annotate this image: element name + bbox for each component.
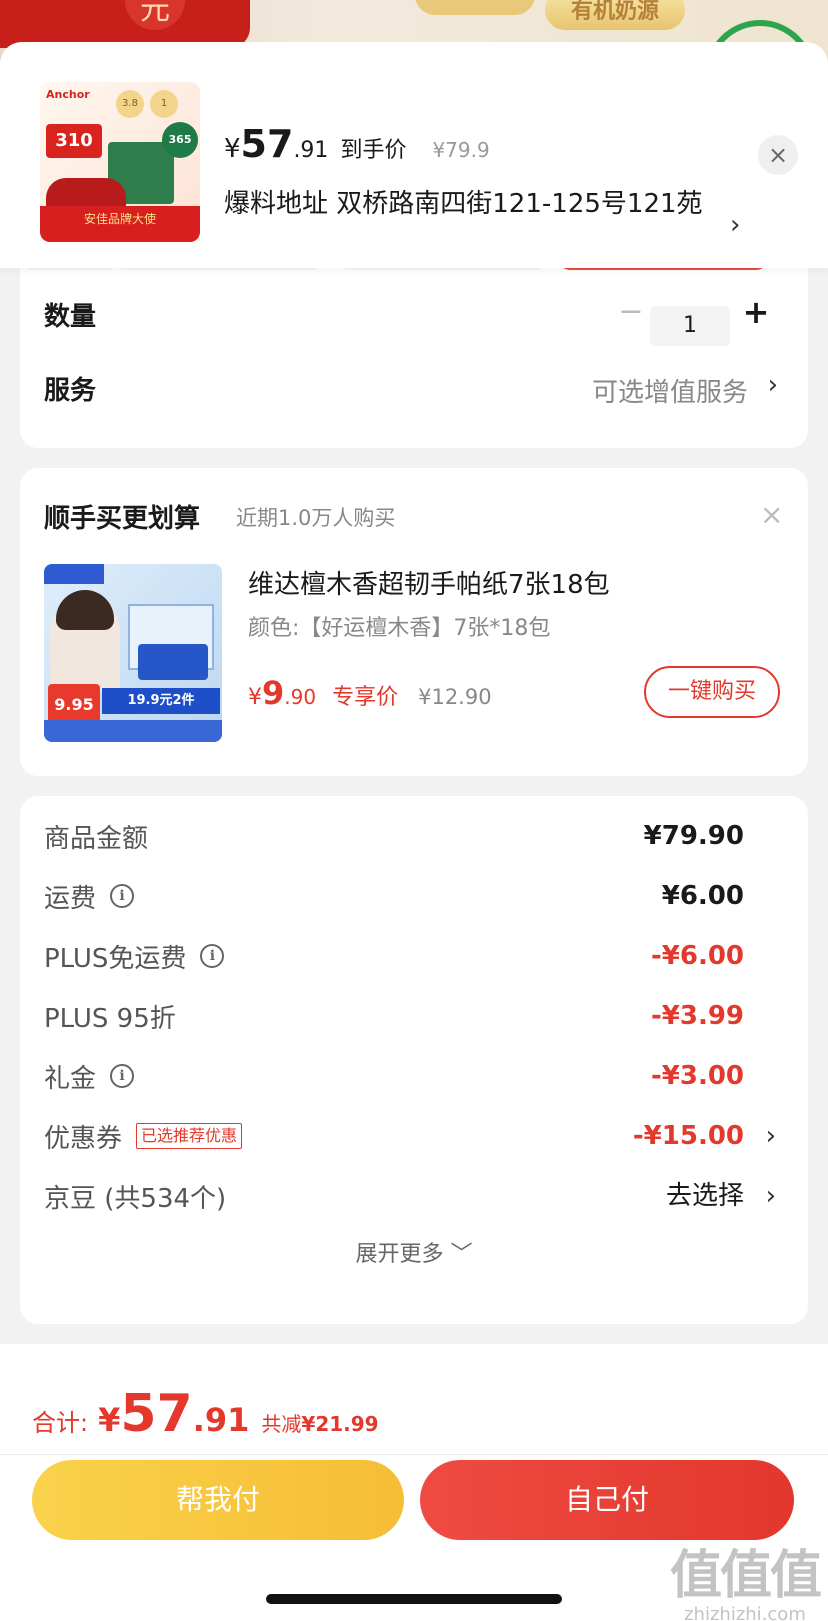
image-hair <box>56 590 114 630</box>
chevron-right-icon[interactable]: › <box>730 210 740 240</box>
upsell-product-spec: 颜色:【好运檀木香】7张*18包 <box>248 616 551 641</box>
summary-value: -¥6.00 <box>650 941 744 971</box>
price-currency: ¥ <box>224 134 241 164</box>
chevron-right-icon[interactable]: › <box>768 370 778 400</box>
service-value[interactable]: 可选增值服务 <box>592 372 748 409</box>
total-integer: 57 <box>120 1384 193 1444</box>
summary-label: 商品金额 <box>44 823 149 854</box>
summary-row-shipping: 运费 i ¥6.00 <box>20 876 808 916</box>
image-brand-tag <box>44 564 104 584</box>
self-pay-button[interactable]: 自己付 <box>420 1460 794 1540</box>
price-decimal: .91 <box>293 138 329 163</box>
price-tag: 到手价 <box>340 138 407 163</box>
summary-row-coupon[interactable]: 优惠券 已选推荐优惠 -¥15.00 › <box>20 1116 808 1156</box>
image-footer <box>44 720 222 742</box>
total-currency: ¥ <box>98 1401 121 1439</box>
watermark-url: zhizhizhi.com <box>684 1604 806 1621</box>
summary-value: -¥15.00 <box>632 1121 744 1151</box>
original-price: ¥12.90 <box>418 685 492 709</box>
price-tag: 专享价 <box>332 685 399 710</box>
divider <box>0 1454 828 1455</box>
banner-gold-pill: 有机奶源 <box>545 0 685 30</box>
thumb-badge-365: 365 <box>162 122 198 158</box>
watermark-logo: 值值值 <box>669 1546 822 1606</box>
info-icon[interactable]: i <box>200 944 225 968</box>
info-icon[interactable]: i <box>110 1064 135 1088</box>
quantity-label: 数量 <box>44 302 97 332</box>
price-currency: ¥ <box>248 685 262 710</box>
image-promo-band: 19.9元2件 <box>102 688 220 714</box>
product-price: ¥ 57 .91 到手价 ¥79.9 <box>224 122 490 170</box>
summary-row-jingdou[interactable]: 京豆 (共534个) 去选择 › <box>20 1176 808 1216</box>
upsell-subtitle: 近期1.0万人购买 <box>236 506 396 530</box>
total-decimal: .91 <box>192 1401 250 1439</box>
summary-row-plus-discount: PLUS 95折 -¥3.99 <box>20 996 808 1036</box>
summary-value: -¥3.00 <box>650 1061 744 1091</box>
thumb-badge: 1 <box>150 90 178 118</box>
watermark: 值值值 zhizhizhi.com <box>669 1546 822 1621</box>
price-decimal: .90 <box>284 685 317 709</box>
info-icon[interactable]: i <box>110 884 135 908</box>
home-indicator[interactable] <box>266 1594 562 1604</box>
one-click-buy-button[interactable]: 一键购买 <box>644 666 780 718</box>
product-header: Anchor 3.8 1 310 365 安佳品牌大使 ¥ 57 .91 到手价… <box>0 42 828 268</box>
total-label: 合计: <box>32 1409 89 1437</box>
delivery-address[interactable]: 爆料地址 双桥路南四街121-125号121苑 <box>224 182 724 226</box>
summary-value[interactable]: 去选择 <box>666 1176 744 1216</box>
summary-label: PLUS 95折 <box>44 1003 176 1034</box>
product-image: Anchor 3.8 1 310 365 安佳品牌大使 <box>40 82 200 242</box>
plus-icon[interactable]: + <box>740 296 772 329</box>
order-total: 合计: ¥ 57 .91 共减¥21.99 <box>32 1384 379 1444</box>
summary-row-gift-cash: 礼金 i -¥3.00 <box>20 1056 808 1096</box>
expand-more-button[interactable]: 展开更多 ﹀ <box>20 1236 808 1268</box>
saved-label: 共减 <box>261 1412 302 1436</box>
chevron-right-icon[interactable]: › <box>766 1116 776 1156</box>
image-pack <box>138 644 208 680</box>
summary-label: 礼金 <box>44 1063 97 1094</box>
checkout-bar: 合计: ¥ 57 .91 共减¥21.99 帮我付 自己付 值值值 zhizhi… <box>0 1344 828 1621</box>
summary-value: ¥79.90 <box>643 821 744 851</box>
upsell-product-image[interactable]: 9.95 19.9元2件 <box>44 564 222 742</box>
chevron-right-icon[interactable]: › <box>766 1176 776 1216</box>
coupon-badge: 已选推荐优惠 <box>136 1123 243 1149</box>
upsell-title: 顺手买更划算 <box>44 504 201 534</box>
price-integer: 57 <box>240 122 294 166</box>
summary-label: PLUS免运费 <box>44 943 187 974</box>
upsell-price: ¥ 9 .90 专享价 ¥12.90 <box>248 674 492 712</box>
summary-row-subtotal: 商品金额 ¥79.90 <box>20 816 808 856</box>
price-integer: 9 <box>262 674 285 712</box>
brand-logo: Anchor <box>46 88 90 101</box>
thumb-band: 安佳品牌大使 <box>40 206 200 242</box>
minus-icon[interactable]: − <box>615 297 647 329</box>
summary-label: 运费 <box>44 883 97 914</box>
upsell-card: 顺手买更划算 近期1.0万人购买 × 9.95 19.9元2件 维达檀木香超韧手… <box>20 468 808 776</box>
thumb-price-badge: 310 <box>46 124 102 158</box>
banner-gold-shape <box>415 0 535 15</box>
summary-label: 优惠券 <box>44 1123 123 1154</box>
thumb-badge: 3.8 <box>116 90 144 118</box>
summary-value: ¥6.00 <box>661 881 744 911</box>
quantity-input[interactable]: 1 <box>650 306 730 346</box>
saved-value: ¥21.99 <box>301 1412 379 1436</box>
service-label: 服务 <box>44 376 97 406</box>
original-price: ¥79.9 <box>432 138 490 162</box>
summary-label: 京豆 (共534个) <box>44 1183 227 1214</box>
thumb-people <box>46 178 126 208</box>
summary-value: -¥3.99 <box>650 1001 744 1031</box>
upsell-product-name[interactable]: 维达檀木香超韧手帕纸7张18包 <box>248 564 610 601</box>
help-pay-button[interactable]: 帮我付 <box>32 1460 404 1540</box>
close-icon[interactable]: × <box>758 135 798 175</box>
price-summary-card: 商品金额 ¥79.90 运费 i ¥6.00 PLUS免运费 i -¥6.00 PL… <box>20 796 808 1324</box>
summary-row-plus-free-shipping: PLUS免运费 i -¥6.00 <box>20 936 808 976</box>
close-icon[interactable]: × <box>760 498 783 531</box>
